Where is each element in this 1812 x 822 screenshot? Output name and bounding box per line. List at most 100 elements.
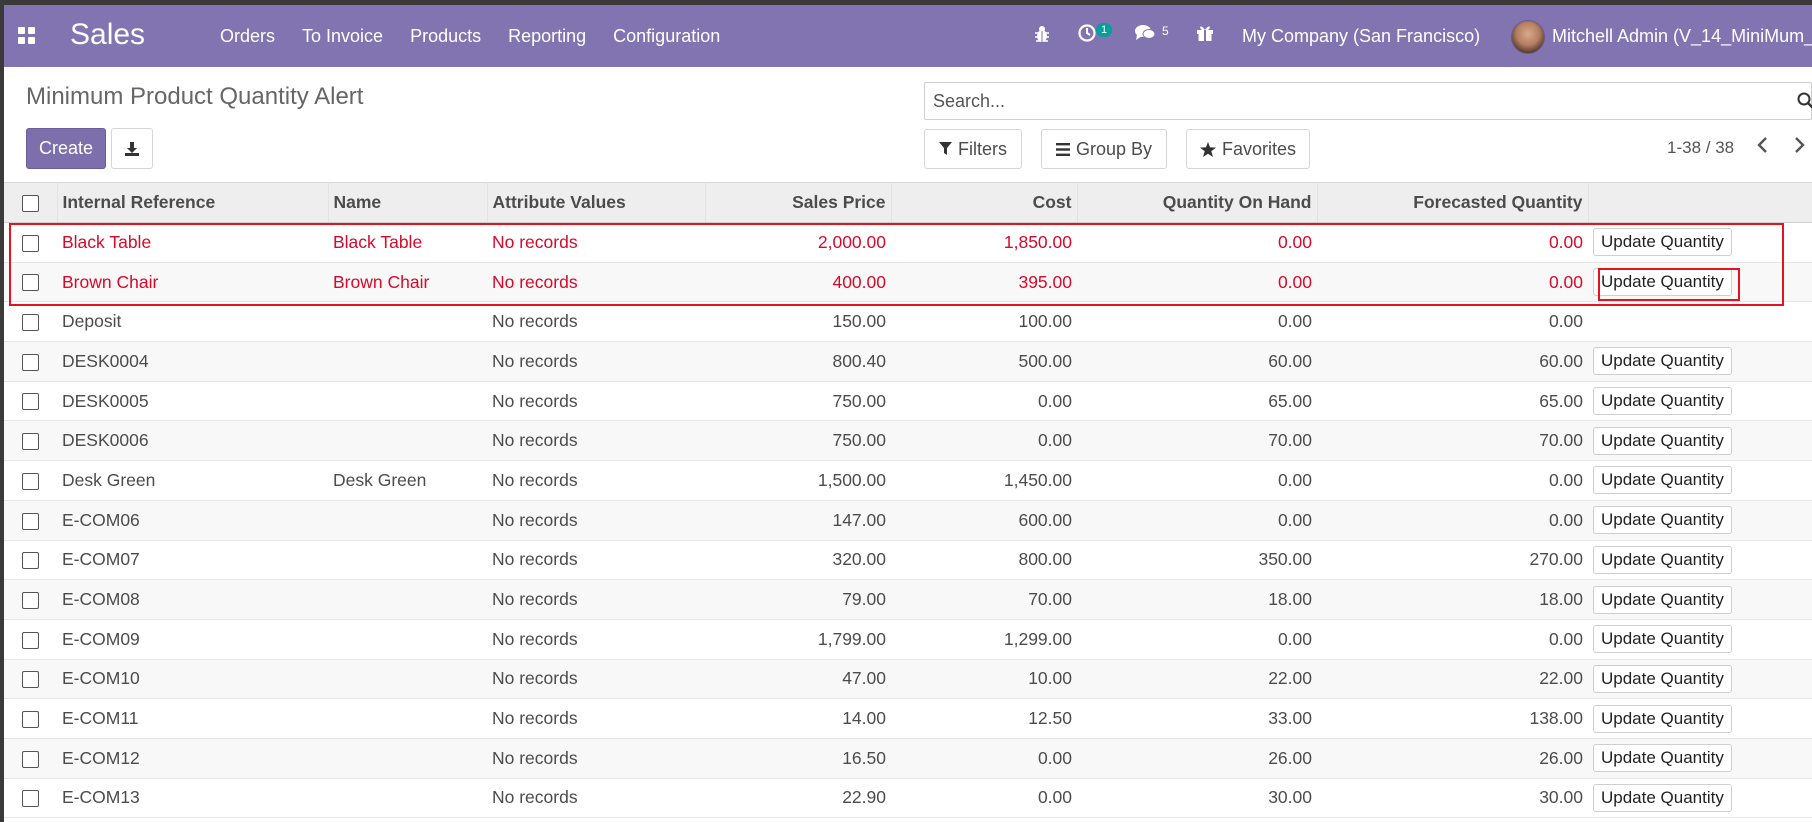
col-attribute-values[interactable]: Attribute Values [487,182,706,223]
cell-sales-price[interactable]: 750.00 [705,381,891,422]
cell-quantity-on-hand[interactable]: 30.00 [1077,778,1317,819]
table-row[interactable]: E-COM06 No records 147.00 600.00 0.00 0.00 Upd… [4,500,1812,541]
cell-internal-reference[interactable]: DESK0005 [57,381,328,422]
cell-name[interactable] [328,341,487,382]
row-checkbox[interactable] [22,710,39,728]
update-quantity-button[interactable]: Update Quantity [1593,466,1732,495]
cell-sales-price[interactable]: 400.00 [705,262,891,303]
row-checkbox[interactable] [22,671,39,689]
update-quantity-button[interactable]: Update Quantity [1593,783,1732,812]
col-quantity-on-hand[interactable]: Quantity On Hand [1077,182,1318,223]
app-brand[interactable]: Sales [70,18,145,52]
cell-forecasted-quantity[interactable]: 30.00 [1317,778,1588,819]
cell-internal-reference[interactable]: E-COM12 [57,738,328,779]
cell-name[interactable] [328,698,487,739]
row-checkbox[interactable] [22,353,39,371]
update-quantity-button[interactable]: Update Quantity [1593,704,1732,733]
cell-sales-price[interactable]: 150.00 [705,301,891,343]
cell-sales-price[interactable]: 79.00 [705,579,891,620]
cell-attribute-values[interactable]: No records [487,301,705,343]
row-checkbox[interactable] [22,790,39,808]
cell-name[interactable]: Black Table [328,222,487,263]
row-checkbox[interactable] [22,631,39,649]
pager-value[interactable]: 1-38 / 38 [1667,138,1734,158]
groupby-button[interactable]: Group By [1041,129,1167,169]
cell-sales-price[interactable]: 320.00 [705,540,891,581]
menu-products[interactable]: Products [410,26,481,47]
update-quantity-button[interactable]: Update Quantity [1593,585,1732,614]
cell-quantity-on-hand[interactable]: 0.00 [1077,500,1317,541]
user-menu[interactable]: Mitchell Admin (V_14_MiniMum_F [1552,26,1812,47]
row-checkbox[interactable] [22,433,39,451]
cell-forecasted-quantity[interactable]: 0.00 [1317,619,1588,660]
cell-attribute-values[interactable]: No records [487,420,705,462]
table-row[interactable]: E-COM11 No records 14.00 12.50 33.00 138.00 Up… [4,698,1812,739]
cell-cost[interactable]: 1,299.00 [891,619,1077,660]
cell-name[interactable] [328,540,487,581]
cell-cost[interactable]: 0.00 [891,381,1077,422]
cell-forecasted-quantity[interactable]: 22.00 [1317,659,1588,700]
cell-cost[interactable]: 0.00 [891,778,1077,819]
activity-clock-icon[interactable] [1078,24,1096,42]
cell-name[interactable]: Desk Green [328,460,487,501]
cell-cost[interactable]: 12.50 [891,698,1077,739]
cell-forecasted-quantity[interactable]: 18.00 [1317,579,1588,620]
cell-internal-reference[interactable]: DESK0006 [57,420,328,462]
cell-attribute-values[interactable]: No records [487,619,705,660]
update-quantity-button[interactable]: Update Quantity [1593,228,1732,257]
cell-forecasted-quantity[interactable]: 0.00 [1317,262,1588,303]
cell-name[interactable] [328,579,487,620]
cell-cost[interactable]: 500.00 [891,341,1077,382]
cell-cost[interactable]: 10.00 [891,659,1077,700]
cell-attribute-values[interactable]: No records [487,659,705,700]
create-button[interactable]: Create [26,128,106,169]
apps-menu-icon[interactable] [18,27,36,45]
cell-cost[interactable]: 0.00 [891,738,1077,779]
cell-internal-reference[interactable]: DESK0004 [57,341,328,382]
favorites-button[interactable]: Favorites [1186,129,1310,169]
cell-quantity-on-hand[interactable]: 18.00 [1077,579,1317,620]
cell-quantity-on-hand[interactable]: 0.00 [1077,301,1317,343]
update-quantity-button[interactable]: Update Quantity [1593,664,1732,693]
col-forecasted-quantity[interactable]: Forecasted Quantity [1317,182,1589,223]
update-quantity-button[interactable]: Update Quantity [1593,347,1732,376]
col-name[interactable]: Name [328,182,488,223]
row-checkbox[interactable] [22,591,39,609]
col-sales-price[interactable]: Sales Price [705,182,892,223]
cell-internal-reference[interactable]: Black Table [57,222,328,263]
cell-attribute-values[interactable]: No records [487,579,705,620]
table-row[interactable]: Black Table Black Table No records 2,000.00… [4,222,1812,263]
cell-forecasted-quantity[interactable]: 65.00 [1317,381,1588,422]
cell-quantity-on-hand[interactable]: 65.00 [1077,381,1317,422]
cell-sales-price[interactable]: 14.00 [705,698,891,739]
cell-internal-reference[interactable]: E-COM07 [57,540,328,581]
table-row[interactable]: E-COM13 No records 22.90 0.00 30.00 30.00 Upda… [4,778,1812,819]
cell-attribute-values[interactable]: No records [487,738,705,779]
table-row[interactable]: DESK0006 No records 750.00 0.00 70.00 70.00 Up… [4,420,1812,462]
cell-name[interactable] [328,778,487,819]
messages-chat-icon[interactable] [1134,24,1156,42]
update-quantity-button[interactable]: Update Quantity [1593,625,1732,654]
cell-sales-price[interactable]: 22.90 [705,778,891,819]
update-quantity-button[interactable]: Update Quantity [1593,268,1732,297]
cell-attribute-values[interactable]: No records [487,460,705,501]
row-checkbox[interactable] [22,512,39,530]
cell-sales-price[interactable]: 2,000.00 [705,222,891,263]
col-internal-reference[interactable]: Internal Reference [57,182,329,223]
cell-quantity-on-hand[interactable]: 60.00 [1077,341,1317,382]
cell-internal-reference[interactable]: Deposit [57,301,328,343]
table-row[interactable]: Desk Green Desk Green No records 1,500.00 1,… [4,460,1812,501]
gift-icon[interactable] [1196,24,1214,42]
table-row[interactable]: E-COM12 No records 16.50 0.00 26.00 26.00 Upda… [4,738,1812,779]
cell-forecasted-quantity[interactable]: 0.00 [1317,500,1588,541]
cell-cost[interactable]: 600.00 [891,500,1077,541]
cell-sales-price[interactable]: 800.40 [705,341,891,382]
cell-forecasted-quantity[interactable]: 0.00 [1317,222,1588,263]
cell-quantity-on-hand[interactable]: 33.00 [1077,698,1317,739]
row-checkbox[interactable] [22,750,39,768]
cell-quantity-on-hand[interactable]: 70.00 [1077,420,1317,462]
cell-internal-reference[interactable]: E-COM13 [57,778,328,819]
cell-forecasted-quantity[interactable]: 26.00 [1317,738,1588,779]
filters-button[interactable]: Filters [924,129,1022,169]
cell-internal-reference[interactable]: Desk Green [57,460,328,501]
